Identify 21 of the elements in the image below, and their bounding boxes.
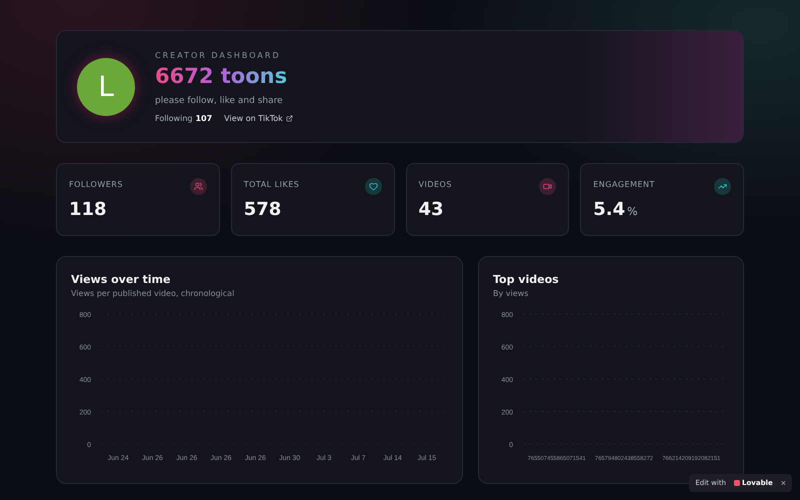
chart-title: Views over time [71,273,172,286]
following-label: Following [155,114,192,122]
close-button[interactable]: × [780,478,786,488]
external-link-icon [286,114,293,122]
stat-value: 578 [244,199,282,220]
avatar: L [77,58,135,116]
eyebrow-label: CREATOR DASHBOARD [155,50,282,60]
tiktok-link[interactable]: View on TikTok [224,114,293,122]
chart-title: Top videos [493,273,560,286]
stat-unit: % [627,205,638,218]
stat-label: VIDEOS [418,180,452,189]
stat-label: TOTAL LIKES [244,180,300,189]
stat-label: ENGAGEMENT [593,180,655,189]
stat-value: 43 [418,199,444,220]
chart-subtitle: Views per published video, chronological [71,289,236,298]
stat-value: 118 [69,199,107,220]
following-count: 107 [195,114,212,122]
bio-text: please follow, like and share [155,96,284,106]
stat-value: 5.4 [593,199,626,220]
chart-subtitle: By views [493,289,530,298]
stat-label: FOLLOWERS [69,180,123,189]
